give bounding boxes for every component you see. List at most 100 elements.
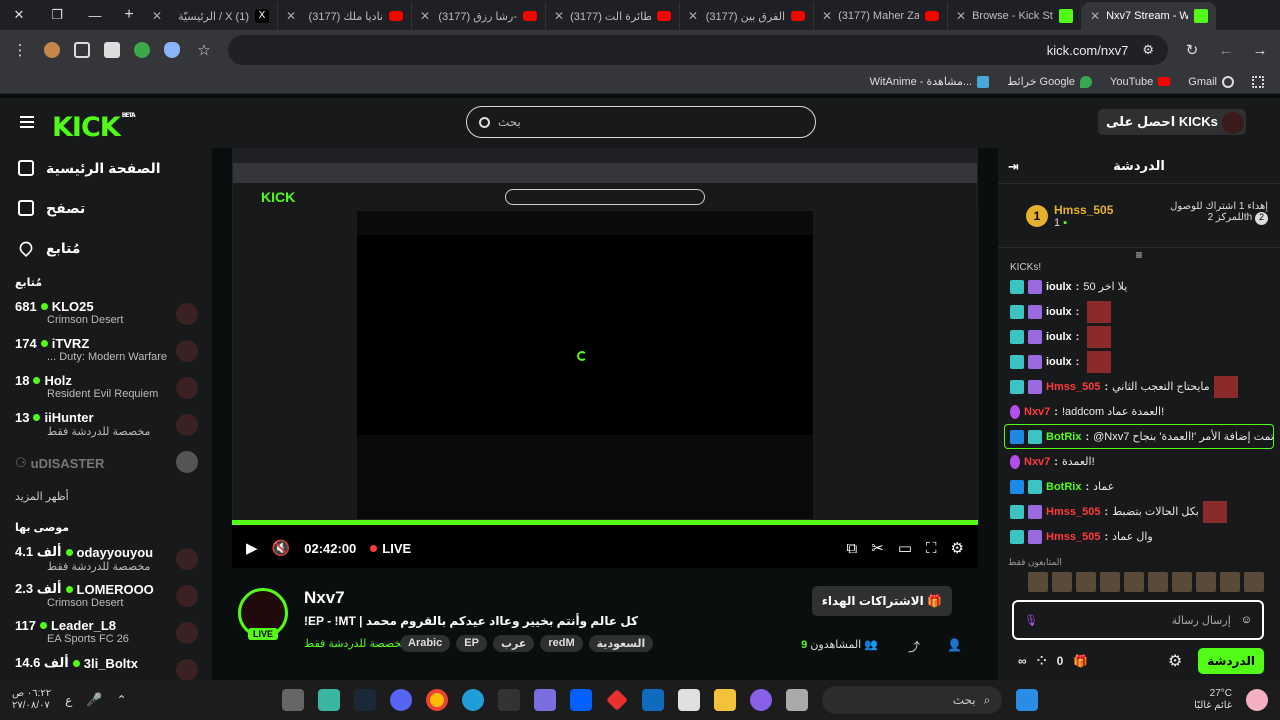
- close-tab-icon[interactable]: ✕: [688, 9, 698, 23]
- taskbar-search[interactable]: بحث ⌕: [822, 686, 1003, 714]
- show-more-link[interactable]: أظهر المزيد: [0, 482, 212, 507]
- expand-pinned-icon[interactable]: ≡: [998, 248, 1280, 262]
- clip-icon[interactable]: ✂: [871, 539, 884, 557]
- chat-username[interactable]: Hmss_505: [1046, 506, 1100, 518]
- new-tab-button[interactable]: +: [114, 6, 144, 24]
- follow-icon[interactable]: 👤: [947, 638, 962, 652]
- emote[interactable]: [1052, 572, 1072, 592]
- browser-tab[interactable]: ✕ (3177) Maher Za: [814, 2, 948, 30]
- share-icon[interactable]: ⤴: [908, 638, 920, 655]
- bookmark-witanime[interactable]: WitAnime - مشاهدة...: [870, 75, 990, 88]
- chrome-icon[interactable]: [426, 689, 449, 711]
- url-field[interactable]: kick.com/nxv7 ⚙: [228, 35, 1168, 65]
- bookmark-gmail[interactable]: Gmail: [1188, 75, 1234, 88]
- mute-icon[interactable]: 🔇: [272, 539, 291, 557]
- chat-input[interactable]: 🎙 إرسال رسالة ☺: [1012, 600, 1264, 640]
- weather-widget[interactable]: 27°C غائم غالبًا: [1194, 688, 1232, 712]
- chat-username[interactable]: BotRix: [1046, 481, 1081, 493]
- minimize-window-icon[interactable]: —: [76, 0, 114, 30]
- epic-games-icon[interactable]: [498, 689, 521, 711]
- emote[interactable]: [1124, 572, 1144, 592]
- extension-icon[interactable]: [104, 42, 120, 58]
- sidebar-channel[interactable]: 174 iTVRZ... Duty: Modern Warfare: [0, 334, 212, 371]
- extension-icon[interactable]: [134, 42, 150, 58]
- gift-subs-button[interactable]: الاشتراكات الهداء 🎁: [811, 586, 952, 616]
- pip-icon[interactable]: ⧉: [847, 540, 858, 557]
- settings-gear-icon[interactable]: ⚙: [951, 539, 964, 557]
- emote[interactable]: [1196, 572, 1216, 592]
- close-tab-icon[interactable]: ✕: [1090, 9, 1100, 23]
- stream-tag[interactable]: Arabic: [400, 635, 451, 652]
- emote[interactable]: [1244, 572, 1264, 592]
- stream-category[interactable]: مخصصة للدردشة فقط: [304, 637, 407, 650]
- emote[interactable]: [1172, 572, 1192, 592]
- shield-icon[interactable]: [164, 42, 180, 58]
- dropbox-icon[interactable]: [570, 689, 593, 711]
- close-tab-icon[interactable]: ✕: [420, 9, 430, 23]
- browser-tab[interactable]: ✕ (3177) ناديا ملك: [278, 2, 412, 30]
- copilot-icon[interactable]: [750, 689, 773, 711]
- chat-username[interactable]: ioulx: [1046, 281, 1072, 293]
- chat-username[interactable]: Nxv7: [1024, 456, 1050, 468]
- restore-window-icon[interactable]: ❐: [38, 0, 76, 30]
- chat-settings-icon[interactable]: ⚙: [1168, 651, 1182, 671]
- app-icon[interactable]: [318, 689, 341, 711]
- search-input[interactable]: بحث: [466, 106, 816, 138]
- chat-username[interactable]: BotRix: [1046, 431, 1081, 443]
- sidebar-item-browse[interactable]: تصفح: [0, 188, 212, 228]
- chat-username[interactable]: Nxv7: [1024, 406, 1050, 418]
- close-tab-icon[interactable]: ✕: [554, 9, 564, 23]
- theater-mode-icon[interactable]: ▭: [898, 539, 912, 557]
- app-icon[interactable]: [786, 689, 809, 711]
- reload-icon[interactable]: ↻: [1182, 41, 1202, 59]
- gift-icon[interactable]: 🎁: [1073, 654, 1088, 668]
- sidebar-item-following[interactable]: مُتابع: [0, 228, 212, 268]
- browser-tab[interactable]: ✕ Browse - Kick Str: [948, 2, 1082, 30]
- sidebar-channel[interactable]: 13 iiHunter مخصصة للدردشة فقط: [0, 408, 212, 445]
- browser-tab[interactable]: ✕(3177) الطائرة الت: [546, 2, 680, 30]
- discord-icon[interactable]: [390, 689, 413, 711]
- app-icon[interactable]: [606, 689, 629, 711]
- site-settings-icon[interactable]: ⚙: [1142, 42, 1154, 58]
- windows-start-icon[interactable]: [1016, 689, 1039, 711]
- stream-tag[interactable]: عرب: [492, 635, 535, 652]
- browser-tab[interactable]: ✕ (3177) رشا رزق-: [412, 2, 546, 30]
- menu-dots-icon[interactable]: ⋮: [10, 41, 30, 59]
- browser-tab[interactable]: ✕ (3177) الفرق بين: [680, 2, 814, 30]
- browser-tab[interactable]: ✕ الرئيسيّة / X (1) X: [144, 2, 278, 30]
- store-icon[interactable]: [678, 689, 701, 711]
- play-icon[interactable]: ▶: [246, 539, 258, 557]
- emote[interactable]: [1148, 572, 1168, 592]
- collapse-chat-icon[interactable]: ⇥: [1008, 159, 1019, 175]
- close-tab-icon[interactable]: ✕: [152, 9, 162, 23]
- leaderboard-user[interactable]: Hmss_505: [1054, 203, 1113, 217]
- sidebar-item-home[interactable]: الصفحة الرئيسية: [0, 148, 212, 188]
- video-player[interactable]: KICK ▶ 🔇 02:42:00 LIVE ⧉ ✂ ▭ ⛶ ⚙: [232, 148, 979, 568]
- user-avatar[interactable]: [1222, 112, 1244, 134]
- sidebar-channel[interactable]: 18 Holz Resident Evil Requiem: [0, 371, 212, 408]
- sidebar-channel[interactable]: 4.1 ألف odayyouyou مخصصة للدردشة فقط: [0, 542, 212, 579]
- tray-expand-icon[interactable]: ⌃: [117, 693, 127, 707]
- sidebar-channel[interactable]: 2.3 ألف LOMEROOO Crimson Desert: [0, 579, 212, 616]
- edge-icon[interactable]: [462, 689, 485, 711]
- emoji-icon[interactable]: ☺: [1241, 614, 1252, 626]
- emote[interactable]: [1076, 572, 1096, 592]
- bookmark-youtube[interactable]: YouTube: [1110, 76, 1171, 88]
- progress-bar[interactable]: [232, 520, 978, 525]
- extensions-puzzle-icon[interactable]: [74, 42, 90, 58]
- close-tab-icon[interactable]: ✕: [822, 9, 832, 23]
- chat-send-button[interactable]: الدردشة: [1198, 648, 1264, 674]
- emote[interactable]: [1028, 572, 1048, 592]
- chat-username[interactable]: ioulx: [1046, 356, 1072, 368]
- forward-icon[interactable]: ←: [1216, 42, 1236, 59]
- back-icon[interactable]: →: [1250, 42, 1270, 59]
- infinity-icon[interactable]: ∞: [1018, 654, 1027, 668]
- microphone-tray-icon[interactable]: 🎤: [86, 692, 102, 708]
- close-window-icon[interactable]: ✕: [0, 0, 38, 30]
- app-icon[interactable]: [282, 689, 305, 711]
- emote[interactable]: [1100, 572, 1120, 592]
- file-explorer-icon[interactable]: [714, 689, 737, 711]
- dots-icon[interactable]: ⁘: [1037, 654, 1047, 668]
- app-icon[interactable]: [534, 689, 557, 711]
- chat-username[interactable]: ioulx: [1046, 331, 1072, 343]
